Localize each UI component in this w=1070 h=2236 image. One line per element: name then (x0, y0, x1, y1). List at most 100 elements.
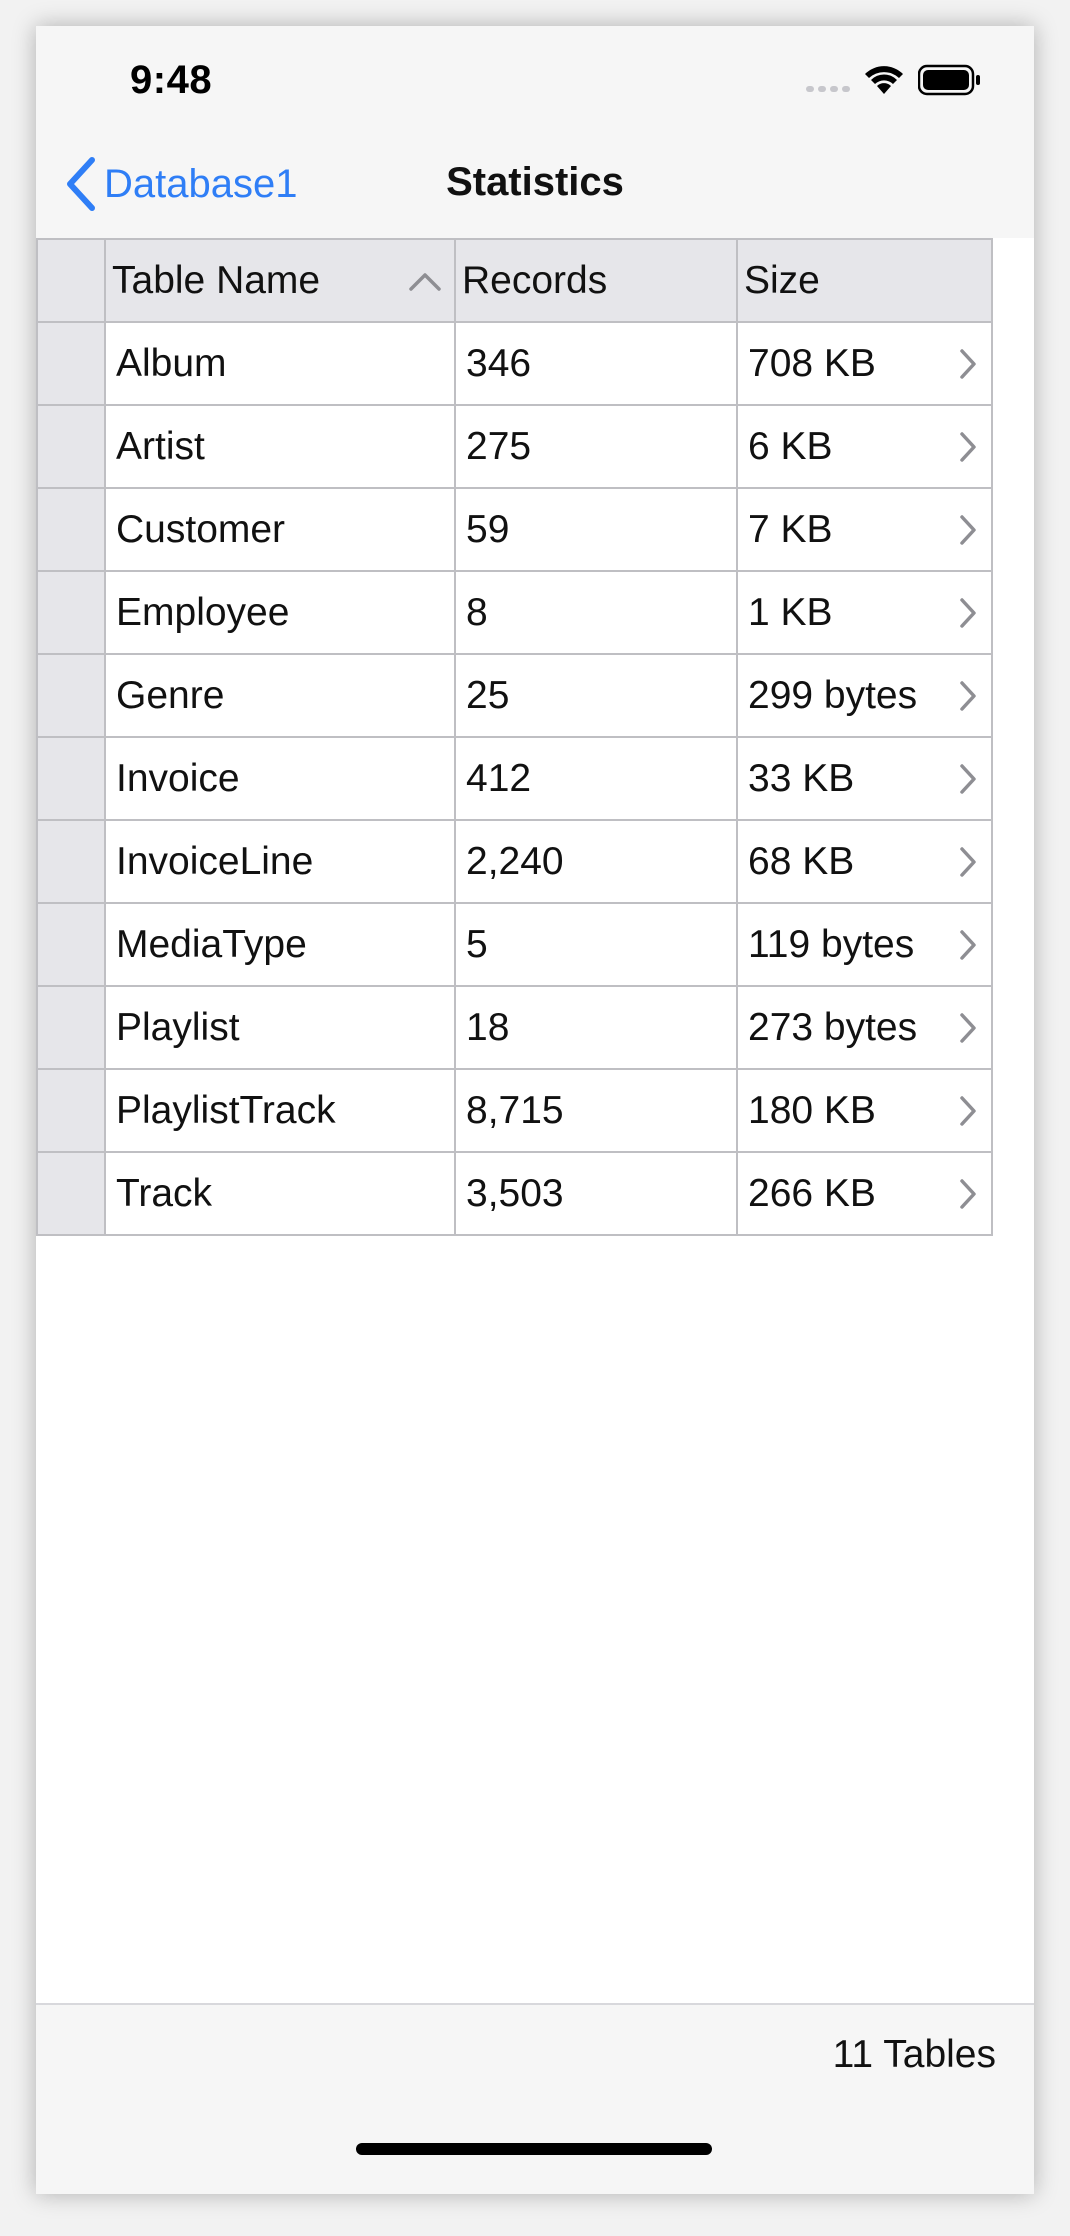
row-header-cell (36, 321, 106, 406)
table-row[interactable]: Album 346 708 KB (36, 321, 993, 406)
sort-ascending-icon (409, 272, 441, 291)
table-name-cell: Invoice (104, 736, 456, 821)
statistics-table: Table Name Records Size Album 346 708 KB Ar… (36, 238, 993, 1236)
records-cell: 3,503 (454, 1151, 738, 1236)
table-size: 119 bytes (748, 922, 915, 966)
table-row[interactable]: Employee 8 1 KB (36, 570, 993, 655)
records-cell: 8 (454, 570, 738, 655)
cellular-signal-icon (806, 86, 850, 92)
table-row[interactable]: Genre 25 299 bytes (36, 653, 993, 738)
status-time: 9:48 (130, 58, 213, 102)
record-count: 275 (466, 424, 532, 468)
size-cell[interactable]: 6 KB (736, 404, 993, 489)
table-size: 708 KB (748, 341, 876, 385)
table-count: 11 Tables (832, 2033, 996, 2076)
table-name: Customer (116, 507, 286, 551)
size-cell[interactable]: 119 bytes (736, 902, 993, 987)
records-cell: 8,715 (454, 1068, 738, 1153)
records-cell: 18 (454, 985, 738, 1070)
table-row[interactable]: Playlist 18 273 bytes (36, 985, 993, 1070)
table-row[interactable]: MediaType 5 119 bytes (36, 902, 993, 987)
table-name: Playlist (116, 1005, 240, 1049)
size-cell[interactable]: 266 KB (736, 1151, 993, 1236)
row-header-cell (36, 487, 106, 572)
records-cell: 2,240 (454, 819, 738, 904)
column-header-label: Records (462, 258, 608, 302)
row-header-cell (36, 819, 106, 904)
record-count: 25 (466, 673, 510, 717)
table-row[interactable]: Artist 275 6 KB (36, 404, 993, 489)
records-cell: 275 (454, 404, 738, 489)
size-cell[interactable]: 708 KB (736, 321, 993, 406)
row-header-cell (36, 1068, 106, 1153)
column-header-label: Table Name (112, 258, 321, 302)
table-size: 266 KB (748, 1171, 876, 1215)
size-cell[interactable]: 1 KB (736, 570, 993, 655)
chevron-right-icon (960, 597, 976, 628)
column-header-records[interactable]: Records (454, 238, 738, 323)
column-header-table-name[interactable]: Table Name (104, 238, 456, 323)
records-cell: 412 (454, 736, 738, 821)
home-indicator[interactable] (356, 2143, 712, 2155)
table-name-cell: Playlist (104, 985, 456, 1070)
row-header-cell (36, 736, 106, 821)
chevron-right-icon (960, 348, 976, 379)
wifi-icon (865, 66, 903, 94)
size-cell[interactable]: 68 KB (736, 819, 993, 904)
size-cell[interactable]: 299 bytes (736, 653, 993, 738)
table-name: PlaylistTrack (116, 1088, 336, 1132)
column-header-size[interactable]: Size (736, 238, 993, 323)
row-header-cell (36, 653, 106, 738)
record-count: 346 (466, 341, 532, 385)
size-cell[interactable]: 7 KB (736, 487, 993, 572)
navigation-bar: 9:48 Database1 Statistics (36, 26, 1034, 238)
table-name: Album (116, 341, 227, 385)
records-cell: 25 (454, 653, 738, 738)
column-header-label: Size (744, 258, 820, 302)
chevron-right-icon (960, 431, 976, 462)
chevron-right-icon (960, 1178, 976, 1209)
table-name: Invoice (116, 756, 240, 800)
record-count: 59 (466, 507, 510, 551)
table-name: MediaType (116, 922, 307, 966)
row-header-cell (36, 902, 106, 987)
table-name-cell: MediaType (104, 902, 456, 987)
table-name-cell: Employee (104, 570, 456, 655)
table-name-cell: PlaylistTrack (104, 1068, 456, 1153)
table-header-row: Table Name Records Size (36, 238, 993, 323)
phone-screen: 9:48 Database1 Statistics Table Name Rec… (36, 26, 1034, 2194)
chevron-right-icon (960, 514, 976, 545)
table-name: Genre (116, 673, 225, 717)
table-row[interactable]: PlaylistTrack 8,715 180 KB (36, 1068, 993, 1153)
table-name-cell: Genre (104, 653, 456, 738)
records-cell: 346 (454, 321, 738, 406)
table-name-cell: Customer (104, 487, 456, 572)
row-header-corner (36, 238, 106, 323)
table-size: 299 bytes (748, 673, 918, 717)
battery-icon (918, 64, 980, 96)
table-size: 6 KB (748, 424, 833, 468)
record-count: 5 (466, 922, 488, 966)
row-header-cell (36, 404, 106, 489)
page-title: Statistics (446, 160, 624, 204)
table-name-cell: Artist (104, 404, 456, 489)
table-name-cell: Album (104, 321, 456, 406)
record-count: 8 (466, 590, 488, 634)
size-cell[interactable]: 33 KB (736, 736, 993, 821)
table-row[interactable]: Invoice 412 33 KB (36, 736, 993, 821)
record-count: 412 (466, 756, 532, 800)
table-size: 180 KB (748, 1088, 876, 1132)
chevron-right-icon (960, 1095, 976, 1126)
table-row[interactable]: Customer 59 7 KB (36, 487, 993, 572)
size-cell[interactable]: 273 bytes (736, 985, 993, 1070)
size-cell[interactable]: 180 KB (736, 1068, 993, 1153)
chevron-right-icon (960, 680, 976, 711)
records-cell: 59 (454, 487, 738, 572)
record-count: 2,240 (466, 839, 564, 883)
table-row[interactable]: Track 3,503 266 KB (36, 1151, 993, 1236)
table-size: 33 KB (748, 756, 855, 800)
table-row[interactable]: InvoiceLine 2,240 68 KB (36, 819, 993, 904)
table-name-cell: InvoiceLine (104, 819, 456, 904)
record-count: 3,503 (466, 1171, 564, 1215)
table-size: 68 KB (748, 839, 855, 883)
